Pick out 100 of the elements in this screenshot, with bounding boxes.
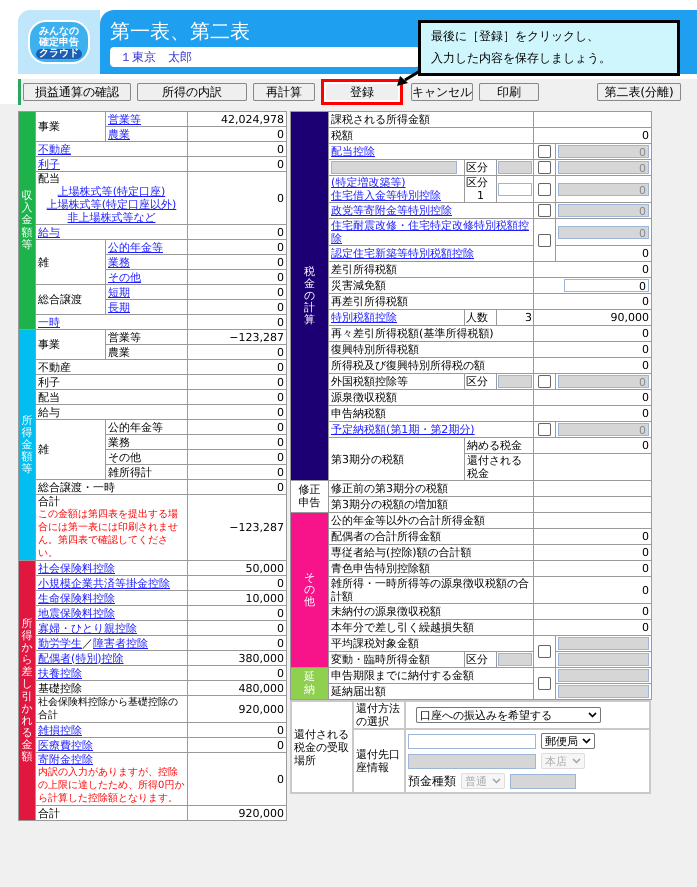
row-label: 利子: [38, 376, 60, 388]
field-label: 人数: [466, 311, 489, 324]
dropdown[interactable]: 口座への振込みを希望する: [416, 707, 601, 723]
field-label: 区分: [466, 375, 489, 388]
amount: 0: [642, 263, 650, 276]
amount: 0: [642, 129, 650, 142]
amount-cell: 0: [188, 374, 286, 390]
row-label: 所得税及び復興特別所得税の額: [331, 359, 485, 372]
amount-cell: 380,000: [188, 650, 286, 666]
link[interactable]: 上場株式等(特定口座): [58, 185, 166, 198]
logo-text: みんなの: [39, 26, 79, 36]
amount: 0: [642, 605, 650, 618]
amount-cell: 0: [188, 360, 286, 374]
note-text: 内訳の入力がありますが、控除の上限に達したため、所得0円から計算した控除額となります。: [38, 766, 185, 804]
row-label: 税額: [331, 129, 353, 142]
row-label: 業務: [108, 436, 130, 448]
row-label: 雑所得・一時所得等の源泉徴収税額の合計額: [331, 578, 529, 602]
amount: 0: [642, 343, 650, 356]
checkbox[interactable]: [538, 182, 552, 196]
link[interactable]: 障害者控除: [93, 636, 148, 650]
link[interactable]: 給与: [38, 226, 60, 238]
caret-icon: [492, 778, 501, 784]
toolbar-button[interactable]: 登録: [321, 79, 403, 105]
row-label: 給与: [38, 406, 60, 418]
section-label: 修正申告: [290, 480, 328, 512]
row-label: 本年分で差し引く繰越損失額: [331, 621, 474, 634]
amount-cell: 0: [188, 270, 286, 284]
amount-cell: 0: [188, 142, 286, 156]
amount-cell: 0: [188, 240, 286, 254]
link[interactable]: 一時: [38, 316, 60, 328]
input-field[interactable]: [498, 182, 532, 196]
amount-cell: 0: [188, 434, 286, 450]
amount-cell: 0: [188, 722, 286, 738]
checkbox[interactable]: [538, 204, 552, 218]
dropdown[interactable]: 郵便局: [541, 733, 595, 749]
toolbar-button[interactable]: キャンセル: [411, 83, 473, 101]
checkbox[interactable]: [538, 677, 552, 690]
section-label: 還付される税金の受取場所: [294, 728, 349, 766]
row-label: 公的年金等: [108, 420, 163, 434]
row-label: 農業: [108, 346, 130, 358]
link[interactable]: 寄附金控除: [38, 754, 93, 766]
link[interactable]: 不動産: [38, 142, 71, 156]
checkbox[interactable]: [538, 423, 552, 436]
checkbox[interactable]: [538, 161, 552, 174]
checkbox[interactable]: [538, 145, 552, 158]
amount-cell: 0: [188, 390, 286, 404]
section-label: 収入金額等: [18, 112, 36, 330]
amount-cell: 0: [188, 606, 286, 620]
amount-cell: 0: [188, 666, 286, 680]
row-label: 納める税金: [467, 439, 522, 452]
input-field[interactable]: [408, 734, 536, 748]
checkbox[interactable]: [538, 375, 552, 388]
row-label: 専従者給与(控除)額の合計額: [331, 546, 472, 559]
row-label: 配偶者の合計所得金額: [331, 530, 441, 543]
amount-cell: 50,000: [188, 560, 286, 576]
amount: 0: [642, 546, 650, 559]
amount-cell: 0: [188, 300, 286, 314]
link[interactable]: 上場株式等(特定口座以外): [46, 198, 176, 211]
amount-cell: 0: [188, 344, 286, 360]
row-label: 延納届出額: [331, 685, 386, 698]
toolbar-button[interactable]: 所得の内訳: [137, 83, 247, 101]
row-label: 不動産: [38, 360, 71, 374]
checkbox[interactable]: [538, 645, 552, 658]
row-label: 青色申告特別控除額: [331, 562, 430, 575]
amount-cell: 0: [188, 224, 286, 240]
row-label: 公的年金等以外の合計所得金額: [331, 514, 485, 527]
row-label: 未納付の源泉徴収税額: [331, 605, 441, 618]
callout-text: 入力した内容を保存しましょう。: [431, 50, 612, 67]
section-label: 延納: [290, 668, 328, 700]
row-label: 申告期限までに納付する金額: [331, 669, 474, 682]
checkbox[interactable]: [538, 234, 552, 247]
row-label: 変動・臨時所得金額: [331, 653, 430, 666]
note-text: この金額は第四表を提出する場合には第一表には印刷されません。第四表で確認してください。: [38, 508, 179, 560]
link[interactable]: 利子: [38, 158, 60, 170]
row-label: 申告納税額: [331, 407, 386, 420]
amount-cell: −123,287: [188, 494, 286, 560]
amount-cell: 0: [188, 126, 286, 142]
toolbar-button[interactable]: 損益通算の確認: [23, 83, 131, 101]
amount-cell: 0: [188, 738, 286, 752]
row-label: 雑所得計: [108, 466, 152, 478]
callout-text: 最後に［登録］をクリックし、: [431, 28, 600, 45]
amount-cell: 920,000: [188, 696, 286, 722]
amount-field[interactable]: 0: [564, 279, 650, 292]
separator: ／: [82, 636, 93, 650]
amount: 0: [642, 407, 650, 420]
row-label: 修正前の第3期分の税額: [331, 482, 448, 495]
toolbar-button[interactable]: 再計算: [253, 83, 315, 101]
toolbar-button[interactable]: 第二表(分離): [597, 83, 681, 101]
row-label: 平均課税対象金額: [331, 637, 419, 650]
amount: 0: [642, 359, 650, 372]
link[interactable]: 配当控除: [331, 145, 375, 158]
section-label: 税金の計算: [290, 112, 328, 480]
link[interactable]: 勤労学生: [38, 636, 82, 650]
amount-cell: 0: [188, 314, 286, 330]
toolbar-button[interactable]: 印刷: [479, 83, 539, 101]
row-label: 第3期分の税額の増加額: [331, 498, 448, 511]
caret-icon: [588, 712, 597, 718]
amount-cell: 480,000: [188, 680, 286, 696]
link[interactable]: 非上場株式等など: [68, 211, 156, 224]
row-label: 雑: [38, 443, 49, 456]
